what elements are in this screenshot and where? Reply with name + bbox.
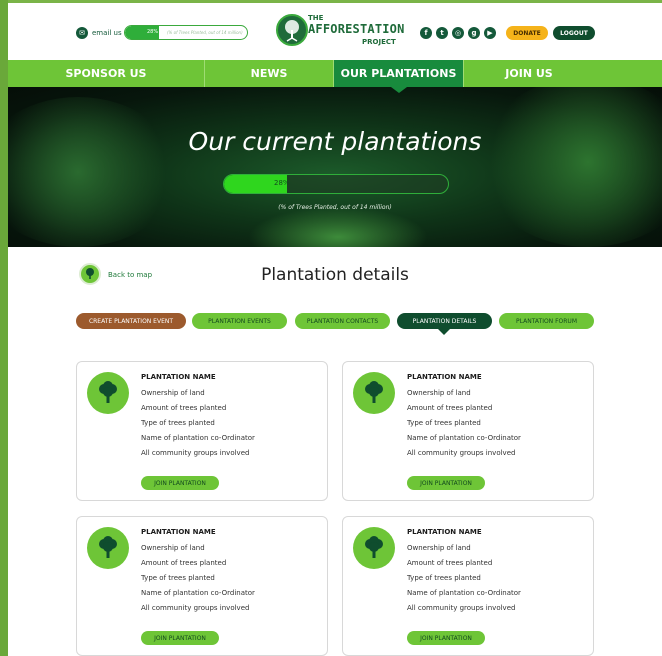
join-plantation-button[interactable]: JOIN PLANTATION [407, 631, 485, 645]
logo-line-1: THE [308, 14, 324, 22]
plantation-name: PLANTATION NAME [141, 373, 216, 381]
plantation-coordinator: Name of plantation co-Ordinator [141, 434, 255, 442]
tab-plantation-details[interactable]: PLANTATION DETAILS [397, 313, 492, 335]
type-of-trees: Type of trees planted [141, 419, 215, 427]
plantation-tabs: CREATE PLANTATION EVENT PLANTATION EVENT… [76, 313, 596, 335]
twitter-icon[interactable]: t [436, 27, 448, 39]
nav-item-join-us[interactable]: JOIN US [464, 60, 594, 87]
social-links: f t ◎ g ▶ [420, 27, 496, 39]
plantation-coordinator: Name of plantation co-Ordinator [407, 434, 521, 442]
type-of-trees: Type of trees planted [407, 574, 481, 582]
plantation-name: PLANTATION NAME [407, 528, 482, 536]
hero-progress-note: (% of Trees Planted, out of 14 million) [278, 204, 392, 211]
main-nav: SPONSOR US NEWS OUR PLANTATIONS JOIN US [8, 60, 662, 93]
tab-plantation-details-label: PLANTATION DETAILS [412, 317, 477, 325]
tree-icon [87, 527, 129, 569]
envelope-icon: ✉ [76, 27, 88, 39]
tree-icon [353, 527, 395, 569]
tab-plantation-forum[interactable]: PLANTATION FORUM [499, 313, 594, 329]
join-plantation-button[interactable]: JOIN PLANTATION [141, 631, 219, 645]
type-of-trees: Type of trees planted [141, 574, 215, 582]
ownership-of-land: Ownership of land [407, 389, 471, 397]
nav-item-sponsor-us[interactable]: SPONSOR US [8, 60, 205, 87]
header-progress-note: (% of Trees Planted, out of 14 million) [167, 30, 243, 35]
hero-progress-bar: 28% [223, 174, 449, 194]
nav-item-news[interactable]: NEWS [205, 60, 334, 87]
hero-forest-path [248, 207, 428, 247]
hero-banner: Our current plantations 28% (% of Trees … [8, 87, 662, 247]
community-groups: All community groups involved [141, 449, 250, 457]
header-progress-bar: 28% (% of Trees Planted, out of 14 milli… [124, 25, 248, 40]
nav-active-caret [391, 87, 407, 93]
type-of-trees: Type of trees planted [407, 419, 481, 427]
logo-line-2: AFFORESTATION [308, 22, 405, 36]
plantation-name: PLANTATION NAME [141, 528, 216, 536]
tab-active-caret [438, 329, 450, 335]
tree-icon [87, 372, 129, 414]
community-groups: All community groups involved [407, 604, 516, 612]
youtube-icon[interactable]: ▶ [484, 27, 496, 39]
page-frame: ✉ email us 28% (% of Trees Planted, out … [8, 0, 662, 656]
plantation-card: PLANTATION NAME Ownership of land Amount… [342, 361, 594, 501]
header-progress-percent: 28% [147, 29, 159, 35]
ownership-of-land: Ownership of land [141, 389, 205, 397]
community-groups: All community groups involved [407, 449, 516, 457]
logo-tree-icon [276, 14, 308, 46]
plantation-card: PLANTATION NAME Ownership of land Amount… [76, 361, 328, 501]
ownership-of-land: Ownership of land [407, 544, 471, 552]
tab-create-plantation-event[interactable]: CREATE PLANTATION EVENT [76, 313, 186, 329]
ownership-of-land: Ownership of land [141, 544, 205, 552]
amount-of-trees: Amount of trees planted [141, 559, 227, 567]
plantation-coordinator: Name of plantation co-Ordinator [141, 589, 255, 597]
hero-title: Our current plantations [188, 127, 482, 156]
google-plus-icon[interactable]: g [468, 27, 480, 39]
plantation-card: PLANTATION NAME Ownership of land Amount… [342, 516, 594, 656]
amount-of-trees: Amount of trees planted [407, 404, 493, 412]
tab-plantation-contacts[interactable]: PLANTATION CONTACTS [295, 313, 390, 329]
amount-of-trees: Amount of trees planted [407, 559, 493, 567]
hero-progress-percent: 28% [274, 179, 290, 187]
join-plantation-button[interactable]: JOIN PLANTATION [407, 476, 485, 490]
donate-button[interactable]: DONATE [506, 26, 548, 40]
page-title: Plantation details [261, 265, 409, 285]
facebook-icon[interactable]: f [420, 27, 432, 39]
tree-icon [353, 372, 395, 414]
site-logo[interactable]: THE AFFORESTATION PROJECT [276, 13, 404, 53]
logo-line-3: PROJECT [362, 38, 396, 46]
amount-of-trees: Amount of trees planted [141, 404, 227, 412]
join-plantation-button[interactable]: JOIN PLANTATION [141, 476, 219, 490]
email-label: email us [92, 29, 122, 37]
plantation-card: PLANTATION NAME Ownership of land Amount… [76, 516, 328, 656]
logout-button[interactable]: LOGOUT [553, 26, 595, 40]
nav-item-our-plantations[interactable]: OUR PLANTATIONS [334, 60, 464, 93]
community-groups: All community groups involved [141, 604, 250, 612]
email-link[interactable]: ✉ email us [76, 27, 122, 39]
plantation-coordinator: Name of plantation co-Ordinator [407, 589, 521, 597]
tab-plantation-events[interactable]: PLANTATION EVENTS [192, 313, 287, 329]
hero-foliage-right [478, 87, 662, 247]
plantation-name: PLANTATION NAME [407, 373, 482, 381]
instagram-icon[interactable]: ◎ [452, 27, 464, 39]
header: ✉ email us 28% (% of Trees Planted, out … [8, 3, 662, 59]
hero-foliage-left [8, 97, 178, 247]
nav-item-our-plantations-label: OUR PLANTATIONS [340, 67, 457, 80]
